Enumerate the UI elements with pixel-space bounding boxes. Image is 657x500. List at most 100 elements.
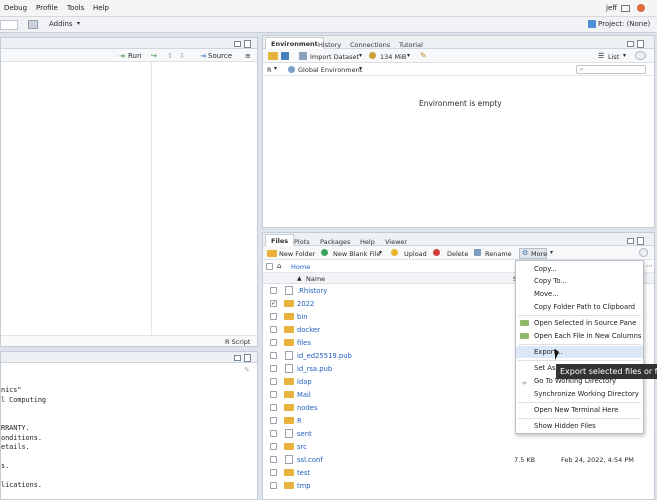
maximize-icon[interactable] xyxy=(244,40,251,48)
more-path-icon[interactable]: ⋯ xyxy=(646,262,653,270)
file-name-link[interactable]: nodes xyxy=(297,404,318,412)
outline-icon[interactable]: ≡ xyxy=(245,52,251,60)
refresh-icon[interactable] xyxy=(639,248,648,257)
file-name-link[interactable]: id_ed25519.pub xyxy=(297,352,352,360)
menu-copy[interactable]: Copy... xyxy=(516,263,643,275)
file-name-link[interactable]: bin xyxy=(297,313,308,321)
refresh-icon[interactable] xyxy=(635,51,646,60)
list-icon: ☰ xyxy=(598,52,605,60)
row-checkbox[interactable] xyxy=(270,352,277,359)
run-button[interactable]: Run xyxy=(128,52,141,60)
file-name-link[interactable]: R xyxy=(297,417,302,425)
maximize-icon[interactable] xyxy=(637,40,644,48)
table-row[interactable]: tmp xyxy=(263,479,654,492)
row-checkbox[interactable] xyxy=(270,417,277,424)
source-button[interactable]: Source xyxy=(208,52,232,60)
rerun-icon[interactable]: ↪ xyxy=(151,52,157,60)
maximize-icon[interactable] xyxy=(244,354,251,362)
row-checkbox[interactable] xyxy=(270,313,277,320)
project-menu[interactable]: Project: (None) xyxy=(598,20,650,28)
console-line: RRANTY. xyxy=(1,424,30,432)
import-dataset-menu[interactable]: Import Dataset xyxy=(310,53,359,61)
scope-menu[interactable]: Global Environment xyxy=(298,66,362,74)
maximize-icon[interactable] xyxy=(637,237,644,245)
menu-synchronize-working-directory[interactable]: Synchronize Working Directory xyxy=(516,388,643,400)
minimize-icon[interactable] xyxy=(234,41,241,47)
menu-move[interactable]: Move... xyxy=(516,288,643,300)
memory-usage[interactable]: 134 MiB xyxy=(380,53,406,61)
minimize-icon[interactable] xyxy=(234,355,241,361)
file-name-link[interactable]: docker xyxy=(297,326,320,334)
grid-icon[interactable] xyxy=(28,20,38,29)
upload-button[interactable]: Upload xyxy=(404,250,427,258)
new-folder-button[interactable]: New Folder xyxy=(279,250,315,258)
row-checkbox[interactable] xyxy=(270,443,277,450)
addins-menu[interactable]: Addins xyxy=(49,20,73,28)
row-checkbox[interactable] xyxy=(270,404,277,411)
row-checkbox[interactable] xyxy=(270,430,277,437)
menu-open-each-file-columns[interactable]: Open Each File in New Columns xyxy=(516,330,643,342)
menu-help[interactable]: Help xyxy=(93,4,109,12)
file-name-link[interactable]: .Rhistory xyxy=(297,287,327,295)
rename-button[interactable]: Rename xyxy=(485,250,512,258)
broom-icon[interactable]: ✎ xyxy=(420,51,427,60)
file-name-link[interactable]: 2022 xyxy=(297,300,314,308)
power-icon[interactable] xyxy=(637,4,645,12)
file-name-link[interactable]: files xyxy=(297,339,311,347)
row-checkbox[interactable] xyxy=(270,287,277,294)
script-type-menu[interactable]: R Script xyxy=(225,338,250,346)
file-name-link[interactable]: ssl.conf xyxy=(297,456,323,464)
row-checkbox[interactable] xyxy=(270,482,277,489)
row-checkbox[interactable] xyxy=(270,456,277,463)
file-name-link[interactable]: src xyxy=(297,443,307,451)
save-icon[interactable] xyxy=(281,52,289,60)
menu-debug[interactable]: Debug xyxy=(4,4,27,12)
delete-button[interactable]: Delete xyxy=(447,250,468,258)
file-name-link[interactable]: id_rsa.pub xyxy=(297,365,332,373)
row-checkbox[interactable] xyxy=(270,469,277,476)
run-arrow-icon: ⇥ xyxy=(119,52,125,60)
menu-open-new-terminal[interactable]: Open New Terminal Here xyxy=(516,404,643,416)
row-checkbox[interactable] xyxy=(270,326,277,333)
row-checkbox[interactable]: ✓ xyxy=(270,300,277,307)
menu-copy-to[interactable]: Copy To... xyxy=(516,275,643,287)
breadcrumb-home[interactable]: Home xyxy=(291,263,310,271)
select-all-checkbox[interactable] xyxy=(266,263,273,270)
menu-profile[interactable]: Profile xyxy=(36,4,58,12)
open-folder-icon[interactable] xyxy=(268,52,278,60)
sign-out-icon[interactable] xyxy=(621,5,630,12)
goto-file-input[interactable] xyxy=(0,20,18,30)
table-row[interactable]: test xyxy=(263,466,654,479)
file-icon xyxy=(285,286,293,295)
more-menu-button[interactable]: ⚙ More xyxy=(519,248,547,259)
minimize-icon[interactable] xyxy=(627,238,634,244)
menu-export[interactable]: Export... xyxy=(516,346,643,358)
file-name-link[interactable]: sent xyxy=(297,430,312,438)
list-view-menu[interactable]: List xyxy=(608,53,619,61)
menu-tools[interactable]: Tools xyxy=(67,4,84,12)
file-name-link[interactable]: Mail xyxy=(297,391,311,399)
menu-copy-folder-path[interactable]: Copy Folder Path to Clipboard xyxy=(516,301,643,313)
row-checkbox[interactable] xyxy=(270,391,277,398)
column-name[interactable]: Name xyxy=(306,275,325,283)
language-menu[interactable]: R xyxy=(267,66,272,74)
up-arrow-icon[interactable]: ⇧ xyxy=(167,52,173,60)
menu-open-selected-source[interactable]: Open Selected in Source Pane xyxy=(516,317,643,329)
new-blank-file-button[interactable]: New Blank File xyxy=(333,250,380,258)
file-name-link[interactable]: tmp xyxy=(297,482,311,490)
table-row[interactable]: src xyxy=(263,440,654,453)
down-arrow-icon[interactable]: ⇩ xyxy=(179,52,185,60)
table-icon xyxy=(299,52,307,60)
broom-icon[interactable]: ✎ xyxy=(244,366,250,374)
row-checkbox[interactable] xyxy=(270,365,277,372)
minimize-icon[interactable] xyxy=(627,41,634,47)
row-checkbox[interactable] xyxy=(270,378,277,385)
chevron-down-icon: ▾ xyxy=(407,52,411,59)
table-row[interactable]: ssl.conf 7.5 KB Feb 24, 2022, 4:54 PM xyxy=(263,453,654,466)
row-checkbox[interactable] xyxy=(270,339,277,346)
menu-show-hidden-files[interactable]: Show Hidden Files xyxy=(516,420,643,432)
environment-search-input[interactable]: ⌕ xyxy=(576,65,646,74)
file-name-link[interactable]: ldap xyxy=(297,378,312,386)
file-name-link[interactable]: test xyxy=(297,469,310,477)
